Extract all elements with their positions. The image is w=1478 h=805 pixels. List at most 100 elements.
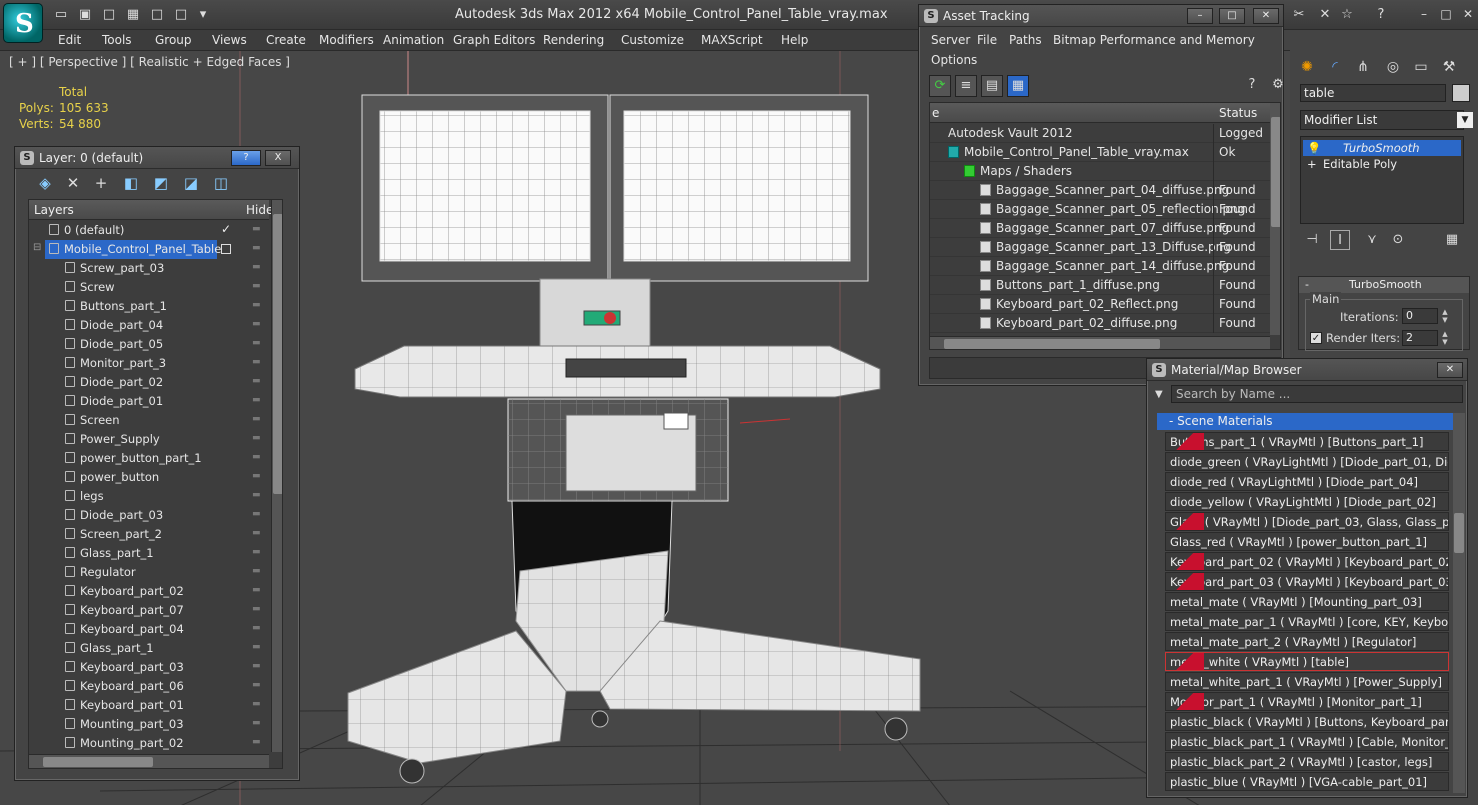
spinner-arrows-icon[interactable]: ▲ ▼ (1440, 308, 1450, 324)
material-row[interactable]: Keyboard_part_02 ( VRayMtl ) [Keyboard_p… (1165, 552, 1449, 571)
layer-row[interactable]: legs ▬ (29, 487, 269, 506)
layer-horizontal-scrollbar[interactable] (29, 754, 269, 768)
scroll-thumb[interactable] (273, 214, 282, 494)
hide-toggle[interactable]: ▬ (252, 718, 261, 728)
render-iters-checkbox[interactable]: ✓ (1310, 332, 1322, 344)
utilities-tab-icon[interactable]: ⚒ (1438, 56, 1460, 78)
layer-row[interactable]: Diode_part_05 ▬ (29, 335, 269, 354)
hide-toggle[interactable]: ▬ (252, 357, 261, 367)
material-row[interactable]: Monitor_part_1 ( VRayMtl ) [Monitor_part… (1165, 692, 1449, 711)
layer-row[interactable]: Power_Supply ▬ (29, 430, 269, 449)
modifier-list-dropdown[interactable]: Modifier List ▼ (1300, 110, 1473, 130)
menu-modifiers[interactable]: Modifiers (319, 33, 374, 47)
hide-toggle[interactable]: ▬ (252, 642, 261, 652)
dropdown-icon[interactable]: ▾ (196, 8, 210, 22)
hide-toggle[interactable]: ▬ (252, 395, 261, 405)
asset-row[interactable]: Buttons_part_1_diffuse.png Found (930, 276, 1270, 295)
hide-toggle[interactable]: ▬ (252, 547, 261, 557)
layer-row[interactable]: ⊟ Mobile_Control_Panel_Table ▬ (29, 240, 269, 259)
menu-rendering[interactable]: Rendering (543, 33, 604, 47)
asset-row[interactable]: Keyboard_part_02_Reflect.png Found (930, 295, 1270, 314)
layer-row[interactable]: Diode_part_01 ▬ (29, 392, 269, 411)
layer-row[interactable]: Regulator ▬ (29, 563, 269, 582)
menu-tools[interactable]: Tools (102, 33, 132, 47)
material-row[interactable]: plastic_black_part_2 ( VRayMtl ) [castor… (1165, 752, 1449, 771)
lightbulb-icon[interactable]: 💡 (1307, 141, 1321, 155)
iterations-spinner[interactable]: 0 (1402, 308, 1438, 324)
hide-toggle[interactable]: ▬ (252, 528, 261, 538)
asset-row[interactable]: Baggage_Scanner_part_14_diffuse.png Found (930, 257, 1270, 276)
asset-panel-titlebar[interactable]: S Asset Tracking – □ ✕ (919, 5, 1283, 27)
minimize-icon[interactable]: – (1416, 6, 1432, 22)
save-icon[interactable]: ▣ (78, 8, 92, 22)
material-row[interactable]: plastic_blue ( VRayMtl ) [VGA-cable_part… (1165, 772, 1449, 791)
hold-icon[interactable]: □ (150, 8, 164, 22)
configure-sets-icon[interactable]: ▦ (1442, 230, 1462, 250)
refresh-icon[interactable]: ⟳ (929, 75, 951, 97)
layer-row[interactable]: Keyboard_part_02 ▬ (29, 582, 269, 601)
layer-row[interactable]: Mounting_part_03 ▬ (29, 715, 269, 734)
material-row[interactable]: diode_yellow ( VRayLightMtl ) [Diode_par… (1165, 492, 1449, 511)
hide-toggle[interactable]: ▬ (252, 585, 261, 595)
hide-all-icon[interactable]: ◪ (181, 173, 201, 193)
table-view-icon[interactable]: ▦ (1007, 75, 1029, 97)
layer-vertical-scrollbar[interactable] (271, 200, 282, 752)
modify-tab-icon[interactable]: ◜ (1324, 56, 1346, 78)
close-button[interactable]: X (265, 150, 291, 166)
hide-toggle[interactable]: ▬ (252, 452, 261, 462)
layer-row[interactable]: Keyboard_part_07 ▬ (29, 601, 269, 620)
pin-stack-icon[interactable]: ⊣ (1302, 230, 1322, 250)
menu-options[interactable]: Options (931, 53, 977, 67)
delete-layer-icon[interactable]: ✕ (63, 173, 83, 193)
material-vertical-scrollbar[interactable] (1453, 413, 1465, 793)
layer-row[interactable]: Keyboard_part_03 ▬ (29, 658, 269, 677)
help-button[interactable]: ? (231, 150, 261, 166)
menu-edit[interactable]: Edit (58, 33, 81, 47)
list-view-icon[interactable]: ≡ (955, 75, 977, 97)
layer-list[interactable]: Layers Hide 0 (default) ✓ ▬ ⊟ Mobile_Control… (28, 199, 283, 769)
hide-toggle[interactable]: ▬ (252, 338, 261, 348)
material-row[interactable]: Keyboard_part_03 ( VRayMtl ) [Keyboard_p… (1165, 572, 1449, 591)
help-icon[interactable]: ? (1241, 75, 1263, 97)
close-button[interactable]: ✕ (1437, 362, 1463, 378)
menu-graph-editors[interactable]: Graph Editors (453, 33, 535, 47)
hide-toggle[interactable]: ▬ (252, 243, 261, 253)
active-layer-box[interactable] (221, 244, 231, 254)
layer-row[interactable]: Diode_part_03 ▬ (29, 506, 269, 525)
asset-row[interactable]: Mobile_Control_Panel_Table_vray.max Ok (930, 143, 1270, 162)
hide-toggle[interactable]: ▬ (252, 699, 261, 709)
layer-row[interactable]: 0 (default) ✓ ▬ (29, 221, 269, 240)
stack-item-editable-poly[interactable]: + Editable Poly (1303, 156, 1461, 172)
hide-column-header[interactable]: Hide (246, 203, 273, 217)
display-tab-icon[interactable]: ▭ (1410, 56, 1432, 78)
fetch-icon[interactable]: □ (174, 8, 188, 22)
hide-toggle[interactable]: ▬ (252, 262, 261, 272)
asset-row[interactable]: Keyboard_part_02_diffuse.png Found (930, 314, 1270, 333)
asset-row[interactable]: Maps / Shaders (930, 162, 1270, 181)
layer-row[interactable]: Screen_part_2 ▬ (29, 525, 269, 544)
undo-icon[interactable]: □ (102, 8, 116, 22)
layer-row[interactable]: Monitor_part_3 ▬ (29, 354, 269, 373)
layer-row[interactable]: power_button_part_1 ▬ (29, 449, 269, 468)
scroll-thumb[interactable] (43, 757, 153, 767)
rollout-header[interactable]: - TurboSmooth (1299, 277, 1469, 293)
menu-maxscript[interactable]: MAXScript (701, 33, 763, 47)
open-folder-icon[interactable]: ▭ (54, 8, 68, 22)
hide-toggle[interactable]: ▬ (252, 471, 261, 481)
menu-views[interactable]: Views (212, 33, 247, 47)
hide-toggle[interactable]: ▬ (252, 509, 261, 519)
hide-toggle[interactable]: ▬ (252, 623, 261, 633)
tree-view-icon[interactable]: ▤ (981, 75, 1003, 97)
menu-server[interactable]: Server (931, 33, 970, 47)
close-icon[interactable]: ✕ (1460, 6, 1476, 22)
material-row[interactable]: metal_white_part_1 ( VRayMtl ) [Power_Su… (1165, 672, 1449, 691)
layer-panel-titlebar[interactable]: S Layer: 0 (default) ? X (15, 147, 299, 169)
material-row[interactable]: metal_mate_par_1 ( VRayMtl ) [core, KEY,… (1165, 612, 1449, 631)
layer-row[interactable]: Glass_part_1 ▬ (29, 544, 269, 563)
hide-toggle[interactable]: ▬ (252, 224, 261, 234)
menu-customize[interactable]: Customize (621, 33, 684, 47)
material-row[interactable]: plastic_black_part_1 ( VRayMtl ) [Cable,… (1165, 732, 1449, 751)
show-end-result-icon[interactable]: I (1330, 230, 1350, 250)
help-icon[interactable]: ? (1374, 8, 1388, 22)
material-row[interactable]: metal_mate_part_2 ( VRayMtl ) [Regulator… (1165, 632, 1449, 651)
